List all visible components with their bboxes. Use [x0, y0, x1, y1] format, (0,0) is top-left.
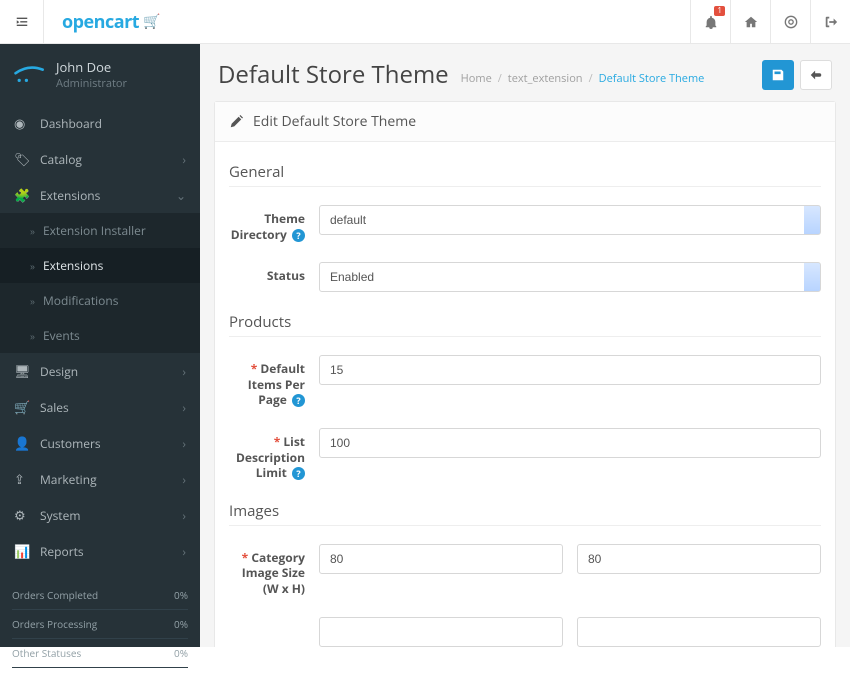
- help-icon[interactable]: ?: [292, 394, 305, 407]
- list-description-input[interactable]: [319, 428, 821, 458]
- sidebar-item-design[interactable]: 🖥 Design: [0, 353, 200, 389]
- sidebar-item-catalog[interactable]: 🏷 Catalog: [0, 141, 200, 177]
- stat-label: Other Statuses: [12, 646, 81, 660]
- sidebar-item-sales[interactable]: 🛒 Sales: [0, 389, 200, 425]
- sidebar-subitem-events[interactable]: Events: [0, 318, 200, 353]
- sidebar-item-label: Design: [40, 363, 78, 380]
- sidebar-item-label: Sales: [40, 399, 69, 416]
- pencil-icon: [229, 115, 243, 129]
- section-products: Products: [229, 312, 821, 337]
- crumb-home[interactable]: Home: [461, 71, 492, 86]
- stat-other-statuses: Other Statuses 0%: [12, 639, 188, 668]
- tag-icon: 🏷: [14, 150, 30, 168]
- sidebar-item-label: Dashboard: [40, 115, 102, 132]
- category-image-height-input[interactable]: [577, 544, 821, 574]
- share-icon: ⇪: [14, 470, 30, 488]
- stat-value: 0%: [174, 588, 188, 602]
- sidebar-item-label: Marketing: [40, 471, 97, 488]
- stat-label: Orders Processing: [12, 617, 97, 631]
- puzzle-icon: 🧩: [14, 186, 30, 204]
- crumb-current[interactable]: Default Store Theme: [599, 71, 705, 86]
- dashboard-icon: ◉: [14, 114, 30, 132]
- home-button[interactable]: [730, 0, 770, 44]
- label-items-per-page: * Default Items Per Page ?: [229, 355, 319, 408]
- secondary-image-height-input[interactable]: [577, 617, 821, 647]
- sidebar-item-label: Events: [43, 327, 80, 344]
- sidebar-item-label: Reports: [40, 543, 84, 560]
- profile-name: John Doe: [56, 58, 127, 76]
- sidebar-item-system[interactable]: ⚙ System: [0, 497, 200, 533]
- crumb-ext[interactable]: text_extension: [508, 71, 583, 86]
- sidebar-item-dashboard[interactable]: ◉ Dashboard: [0, 105, 200, 141]
- sidebar-item-label: Catalog: [40, 151, 82, 168]
- cart-icon: 🛒: [143, 12, 160, 31]
- sidebar-item-label: Modifications: [43, 292, 118, 309]
- status-select[interactable]: Enabled: [319, 262, 821, 292]
- breadcrumb: Home / text_extension / Default Store Th…: [461, 71, 705, 86]
- sidebar-subitem-extensions[interactable]: Extensions: [0, 248, 200, 283]
- theme-directory-select[interactable]: default: [319, 205, 821, 235]
- label-category-image-size: * Category Image Size (W x H): [229, 544, 319, 597]
- profile-block: John Doe Administrator: [0, 44, 200, 105]
- menu-toggle[interactable]: [0, 0, 44, 44]
- logo[interactable]: opencart 🛒: [44, 10, 160, 34]
- help-icon[interactable]: ?: [292, 467, 305, 480]
- crumb-sep: /: [589, 71, 593, 86]
- page-title: Default Store Theme: [218, 58, 449, 91]
- stat-orders-completed: Orders Completed 0%: [12, 581, 188, 610]
- panel-title: Edit Default Store Theme: [253, 112, 416, 131]
- cancel-button[interactable]: [800, 60, 832, 90]
- items-per-page-input[interactable]: [319, 355, 821, 385]
- user-icon: 👤: [14, 434, 30, 452]
- save-icon: [771, 68, 785, 82]
- profile-role: Administrator: [56, 76, 127, 91]
- label-list-description-limit: * List Description Limit ?: [229, 428, 319, 481]
- help-button[interactable]: [770, 0, 810, 44]
- panel-header: Edit Default Store Theme: [215, 102, 835, 142]
- back-icon: [809, 68, 823, 82]
- crumb-sep: /: [498, 71, 502, 86]
- save-button[interactable]: [762, 60, 794, 90]
- gear-icon: ⚙: [14, 506, 30, 524]
- stat-orders-processing: Orders Processing 0%: [12, 610, 188, 639]
- sidebar-item-label: Extensions: [40, 187, 100, 204]
- sidebar-item-label: Extension Installer: [43, 222, 146, 239]
- indent-icon: [15, 15, 29, 29]
- sidebar-item-label: Customers: [40, 435, 101, 452]
- sign-out-icon: [824, 15, 838, 29]
- cart-icon: 🛒: [14, 398, 30, 416]
- chart-icon: 📊: [14, 542, 30, 560]
- sidebar: John Doe Administrator ◉ Dashboard 🏷 Catal…: [0, 44, 200, 647]
- stat-value: 0%: [174, 646, 188, 660]
- secondary-image-width-input[interactable]: [319, 617, 563, 647]
- notifications-button[interactable]: 1: [690, 0, 730, 44]
- sidebar-item-label: System: [40, 507, 80, 524]
- desktop-icon: 🖥: [14, 362, 30, 380]
- home-icon: [744, 15, 758, 29]
- sidebar-subitem-installer[interactable]: Extension Installer: [0, 213, 200, 248]
- stat-value: 0%: [174, 617, 188, 631]
- sidebar-item-customers[interactable]: 👤 Customers: [0, 425, 200, 461]
- label-status: Status: [229, 262, 319, 284]
- help-icon[interactable]: ?: [292, 229, 305, 242]
- section-images: Images: [229, 501, 821, 526]
- section-general: General: [229, 162, 821, 187]
- sidebar-subitem-modifications[interactable]: Modifications: [0, 283, 200, 318]
- stat-label: Orders Completed: [12, 588, 98, 602]
- bell-icon: [704, 15, 718, 29]
- notification-badge: 1: [714, 6, 725, 16]
- sidebar-item-reports[interactable]: 📊 Reports: [0, 533, 200, 569]
- logo-text: opencart: [62, 10, 139, 34]
- label-theme-directory: Theme Directory ?: [229, 205, 319, 242]
- sidebar-item-marketing[interactable]: ⇪ Marketing: [0, 461, 200, 497]
- sidebar-item-label: Extensions: [43, 257, 103, 274]
- sidebar-item-extensions[interactable]: 🧩 Extensions: [0, 177, 200, 213]
- life-ring-icon: [784, 15, 798, 29]
- category-image-width-input[interactable]: [319, 544, 563, 574]
- logout-button[interactable]: [810, 0, 850, 44]
- avatar: [12, 62, 48, 88]
